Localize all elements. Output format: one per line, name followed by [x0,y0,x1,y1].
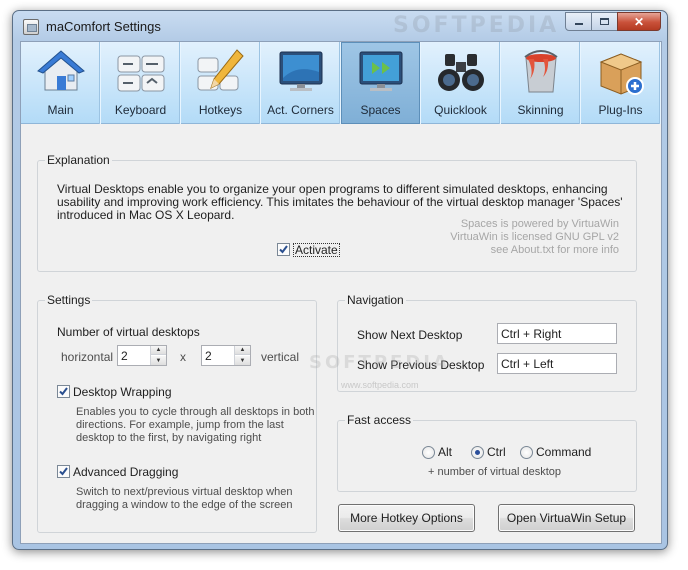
num-desktops-label: Number of virtual desktops [57,325,200,339]
app-icon [23,19,39,35]
credit-line-1: Spaces is powered by VirtuaWin [460,218,619,230]
radio-ctrl-label[interactable]: Ctrl [487,445,506,459]
fast-access-suffix: + number of virtual desktop [428,466,561,478]
radio-ctrl[interactable] [471,446,484,459]
tab-label-act-corners: Act. Corners [267,103,334,117]
more-hotkey-options-button[interactable]: More Hotkey Options [338,504,475,532]
activate-checkbox[interactable] [277,243,290,256]
tab-label-skinning: Skinning [517,103,564,117]
tab-label-main: Main [47,103,74,117]
settings-title: Settings [45,293,93,307]
spin-up-icon[interactable]: ▲ [151,346,166,355]
tab-label-hotkeys: Hotkeys [198,103,243,117]
keyboard-pencil-icon [197,49,244,91]
vertical-label: vertical [261,350,300,364]
vertical-spin-buttons: ▲ ▼ [234,346,250,365]
tab-label-spaces: Spaces [360,103,401,117]
radio-command[interactable] [520,446,533,459]
navigation-group: Navigation Show Next Desktop Ctrl + Righ… [337,293,637,392]
settings-group: Settings Number of virtual desktops hori… [37,293,317,533]
caption-buttons: ✕ [565,12,661,31]
spin-down-icon[interactable]: ▼ [151,356,166,365]
category-toolbar: Main Keyboard Hotkeys Act. Corners Space… [21,42,661,124]
binoculars-icon [438,54,484,91]
close-button[interactable]: ✕ [617,12,661,31]
advanced-dragging-checkbox[interactable] [57,465,70,478]
spaces-desktop-icon [359,51,403,91]
tab-hotkeys[interactable]: Hotkeys [181,42,261,124]
settings-window: maComfort Settings SOFTPEDIA ✕ Main Keyb… [12,10,668,550]
checkmark-icon [279,245,288,254]
house-icon [37,50,85,91]
credit-line-3: see About.txt for more info [490,244,619,256]
tab-keyboard[interactable]: Keyboard [101,42,181,124]
maximize-icon [600,18,609,25]
explanation-group: Explanation Virtual Desktops enable you … [37,153,637,272]
keyboard-icon [117,55,165,92]
client-area: Main Keyboard Hotkeys Act. Corners Space… [20,41,662,544]
tab-spaces[interactable]: Spaces [341,42,421,124]
radio-command-label[interactable]: Command [536,445,591,459]
prev-desktop-hotkey-field[interactable]: Ctrl + Left [497,353,617,374]
checkmark-icon [59,387,68,396]
window-title: maComfort Settings [46,19,161,34]
navigation-title: Navigation [345,293,406,307]
monitor-corners-icon [279,51,323,91]
fast-access-group: Fast access Alt Ctrl Command + number of… [337,413,637,492]
horizontal-value: 2 [121,349,128,363]
horizontal-spin-buttons: ▲ ▼ [150,346,166,365]
wrapping-desc-1: Enables you to cycle through all desktop… [76,406,315,418]
horizontal-stepper[interactable]: 2 ▲ ▼ [117,345,167,366]
spin-down-icon[interactable]: ▼ [235,356,250,365]
tab-label-quicklook: Quicklook [434,103,487,117]
watermark-middle: SOFTPEDIA [309,352,450,373]
paint-bucket-icon [524,50,558,93]
package-add-icon [599,53,644,95]
desktop-wrapping-checkbox[interactable] [57,385,70,398]
horizontal-label: horizontal [61,350,114,364]
spin-up-icon[interactable]: ▲ [235,346,250,355]
dragging-desc-1: Switch to next/previous virtual desktop … [76,486,293,498]
maximize-button[interactable] [591,12,618,31]
fast-access-title: Fast access [345,413,414,427]
tab-quicklook[interactable]: Quicklook [421,42,501,124]
advanced-dragging-label[interactable]: Advanced Dragging [73,465,178,479]
times-label: x [180,350,186,364]
radio-alt[interactable] [422,446,435,459]
checkmark-icon [59,467,68,476]
vertical-stepper[interactable]: 2 ▲ ▼ [201,345,251,366]
tab-main[interactable]: Main [21,42,101,124]
tab-skinning[interactable]: Skinning [501,42,581,124]
tab-plug-ins[interactable]: Plug-Ins [581,42,661,124]
wrapping-desc-2: directions. For example, jump from the l… [76,419,284,431]
title-bar[interactable]: maComfort Settings SOFTPEDIA ✕ [13,11,667,41]
vertical-value: 2 [205,349,212,363]
watermark-url: www.softpedia.com [341,380,419,390]
minimize-icon [574,23,583,25]
activate-label[interactable]: Activate [293,243,340,257]
credit-line-2: VirtuaWin is licensed GNU GPL v2 [450,231,619,243]
next-desktop-hotkey-field[interactable]: Ctrl + Right [497,323,617,344]
dragging-desc-2: dragging a window to the edge of the scr… [76,499,293,511]
next-desktop-label: Show Next Desktop [357,328,463,342]
minimize-button[interactable] [565,12,592,31]
close-icon: ✕ [633,14,645,29]
explanation-title: Explanation [45,153,112,167]
tab-label-plug-ins: Plug-Ins [598,103,643,117]
wrapping-desc-3: desktop to the first, by navigating righ… [76,432,262,444]
watermark-top: SOFTPEDIA [393,13,560,38]
open-virtuawin-setup-button[interactable]: Open VirtuaWin Setup [498,504,635,532]
tab-act-corners[interactable]: Act. Corners [261,42,341,124]
explanation-text: Virtual Desktops enable you to organize … [57,182,623,222]
radio-alt-label[interactable]: Alt [438,445,452,459]
tab-label-keyboard: Keyboard [114,103,167,117]
desktop-wrapping-label[interactable]: Desktop Wrapping [73,385,172,399]
